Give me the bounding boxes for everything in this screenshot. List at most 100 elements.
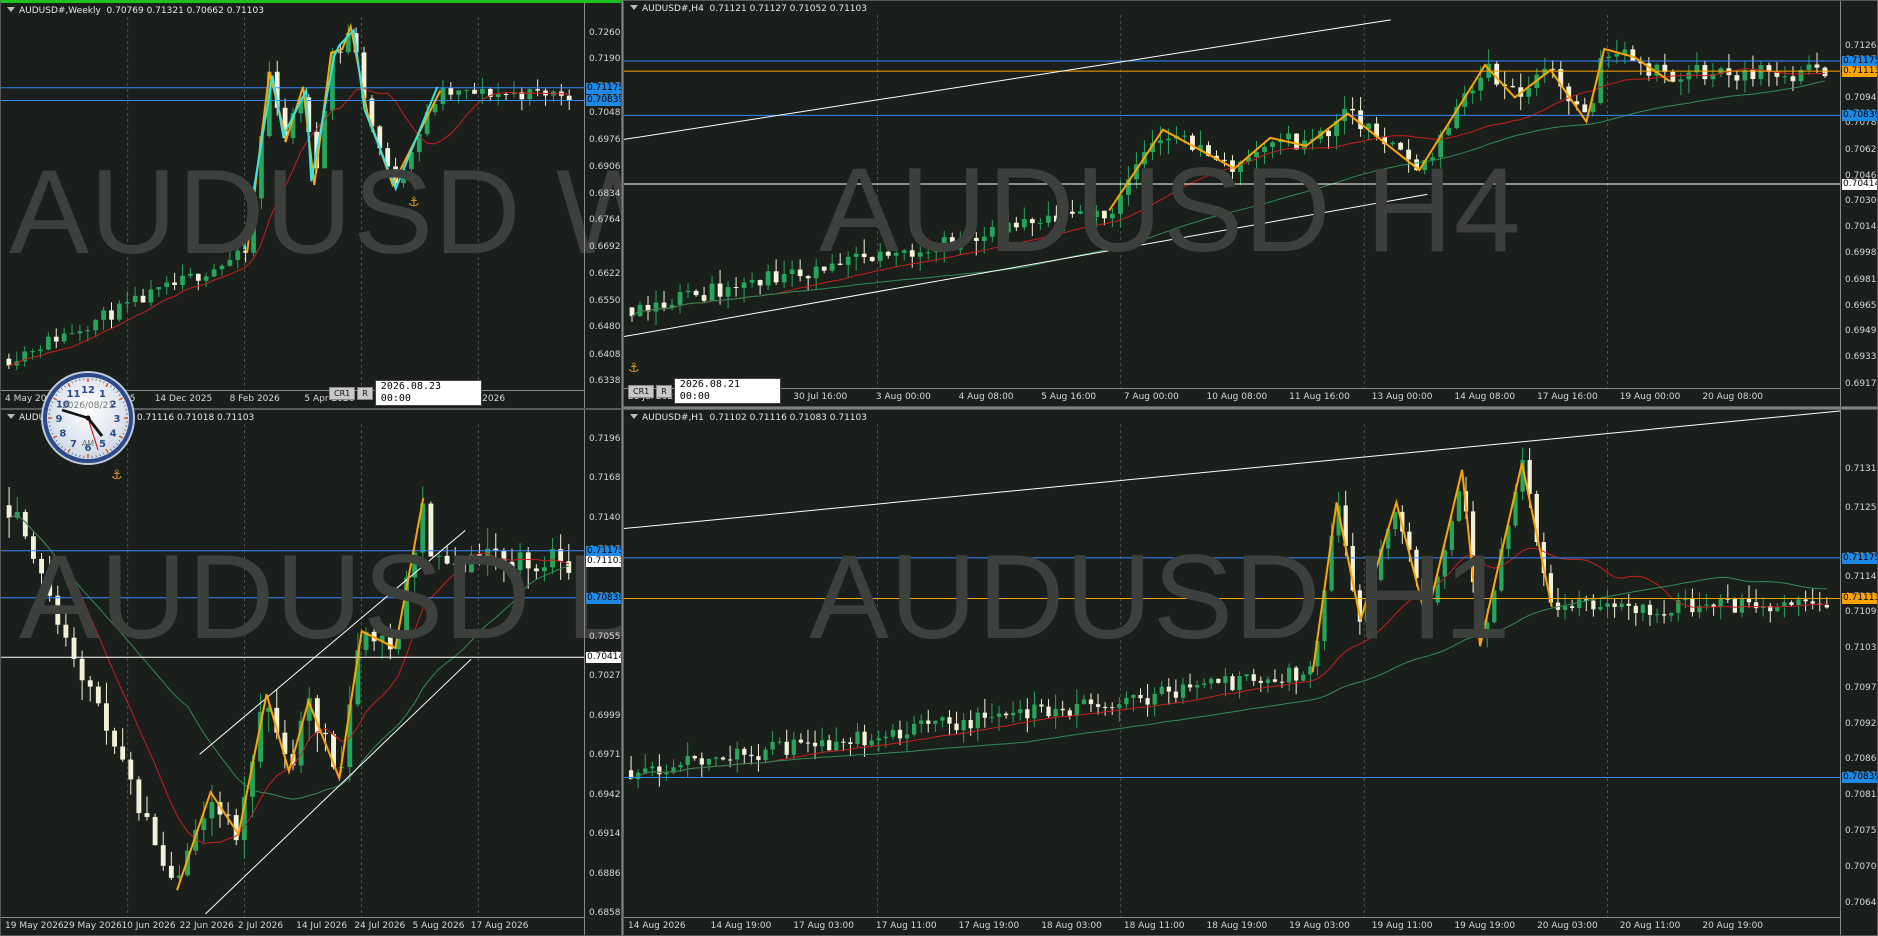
time-label: 4 Aug 08:00 <box>958 392 1014 402</box>
candle-body <box>132 295 138 303</box>
candle-body <box>1605 603 1610 607</box>
candle-body <box>917 252 923 257</box>
date-field[interactable]: 2026.08.23 00:00 <box>374 380 482 406</box>
candle-body <box>533 568 539 572</box>
price-scale-w1[interactable]: 0.72600 0.71900 0.711750.708390.70480 0.697… <box>584 3 621 408</box>
candle-body <box>1032 704 1037 719</box>
candle-body <box>30 351 35 353</box>
price-label: 0.71400 <box>589 513 621 524</box>
candle-body <box>550 549 555 568</box>
candle-body <box>1446 128 1452 135</box>
price-chart-h4[interactable] <box>624 1 1877 406</box>
candle-body <box>728 759 733 761</box>
price-chart-w1[interactable] <box>1 3 621 408</box>
candle-body <box>1758 65 1764 80</box>
drag-handle-icon[interactable]: ⚓ <box>628 361 640 376</box>
candle-body <box>71 637 77 659</box>
price-scale-d1[interactable]: 0.719650.716850.714000.711750.711030.708… <box>584 410 621 935</box>
collapse-triangle-icon[interactable] <box>630 5 638 10</box>
candle-body <box>109 310 114 320</box>
clock-widget[interactable]: 12 1 2 3 4 5 6 7 8 9 10 11 2026/08/21 AM <box>40 370 136 466</box>
candle-body <box>1510 86 1516 88</box>
price-scale-h4[interactable]: 0.712650.711750.711130.709400.708390.707… <box>1840 1 1877 406</box>
candle-body <box>1159 686 1164 694</box>
price-label: 0.71900 <box>589 54 621 65</box>
candle-body <box>777 741 782 743</box>
candle-body <box>1669 612 1674 616</box>
r-button[interactable]: R <box>357 386 373 400</box>
candle-body <box>664 772 669 775</box>
collapse-triangle-icon[interactable] <box>7 7 15 12</box>
candle-body <box>997 226 1003 233</box>
zigzag-line <box>176 498 425 891</box>
candle-body <box>495 93 501 98</box>
candle-body <box>1478 77 1484 91</box>
candle-body <box>101 310 106 320</box>
price-scale-h1[interactable]: 0.71310 0.71250 0.71175 0.71145 0.71113 0.710… <box>1840 410 1877 935</box>
price-label: 0.69335 <box>1845 352 1877 363</box>
cr1-button[interactable]: CR1 <box>329 386 356 400</box>
candle-body <box>773 271 779 283</box>
candle-body <box>1037 222 1043 224</box>
candle-body <box>876 738 881 741</box>
candle-body <box>1577 599 1582 609</box>
candle-body <box>643 768 648 773</box>
candle-body <box>1109 213 1115 219</box>
candle-body <box>38 349 43 352</box>
candle-body <box>709 283 715 301</box>
candle-body <box>1654 614 1660 616</box>
drag-handle-icon[interactable]: ⚓ <box>408 195 420 210</box>
price-chart-d1[interactable] <box>1 410 621 935</box>
candle-body <box>1209 678 1214 684</box>
moving-average-fast <box>630 547 1827 780</box>
candle-body <box>1101 210 1107 219</box>
chart-window-h4[interactable]: AUDUSD H4 AUDUSD#,H4 0.71121 0.71127 0.7… <box>623 0 1878 407</box>
drag-handle-icon[interactable]: ⚓ <box>111 468 123 483</box>
candle-body <box>957 240 963 250</box>
candle-body <box>657 766 662 775</box>
candle-body <box>1131 694 1136 698</box>
candle-body <box>124 302 130 304</box>
candle-body <box>1081 699 1087 704</box>
candle-body <box>112 730 117 747</box>
candle-body <box>885 251 891 256</box>
time-scale-d1[interactable]: 19 May 2026 29 May 2026 10 Jun 2026 22 Jun … <box>1 917 585 935</box>
clock-number: 5 <box>99 439 106 450</box>
chart-window-d1[interactable]: AUDUSD D1 AUDUSD#,Daily 0.71018 0.71116 … <box>0 409 622 936</box>
candle-body <box>741 282 747 288</box>
price-label: 0.67640 <box>589 215 621 226</box>
collapse-triangle-icon[interactable] <box>7 414 15 419</box>
candle-body <box>77 331 83 334</box>
chart-window-h1[interactable]: AUDUSD H1 AUDUSD#,H1 0.71102 0.71116 0.7… <box>623 409 1878 936</box>
channel-line-upper <box>624 410 1842 530</box>
candle-body <box>337 51 343 53</box>
candle-body <box>1117 704 1122 708</box>
candle-body <box>436 555 442 557</box>
candle-body <box>1803 599 1808 602</box>
candle-body <box>1810 601 1815 604</box>
clock-date: 2026/08/21 <box>62 401 114 411</box>
candle-body <box>566 95 572 101</box>
candle-body <box>781 273 787 283</box>
candle-body <box>63 624 69 638</box>
r-button[interactable]: R <box>656 384 672 398</box>
time-scale-h4[interactable]: 28 Jul 202629 Jul 08:0030 Jul 16:003 Aug… <box>624 388 1841 406</box>
candle-body <box>829 263 835 271</box>
candle-body <box>1279 681 1285 683</box>
candle-body <box>1158 140 1163 144</box>
chart-window-w1[interactable]: AUDUSD W1 AUDUSD#,Weekly 0.70769 0.71321… <box>0 0 622 409</box>
collapse-triangle-icon[interactable] <box>630 414 638 419</box>
candle-body <box>1661 614 1667 616</box>
candle-body <box>1732 599 1737 613</box>
time-scale-h1[interactable]: 14 Aug 2026 14 Aug 19:00 17 Aug 03:00 17 Au… <box>624 917 1841 935</box>
candle-body <box>168 865 174 878</box>
candle-body <box>1612 603 1617 608</box>
time-label: 19 May 2026 <box>5 921 64 931</box>
date-field[interactable]: 2026.08.21 00:00 <box>673 378 781 404</box>
candle-body <box>1272 679 1278 682</box>
cr1-button[interactable]: CR1 <box>628 384 655 398</box>
price-label: 0.69655 <box>1845 300 1877 311</box>
candle-body <box>172 282 177 285</box>
candle-body <box>1393 511 1398 530</box>
price-chart-h1[interactable] <box>624 410 1877 935</box>
